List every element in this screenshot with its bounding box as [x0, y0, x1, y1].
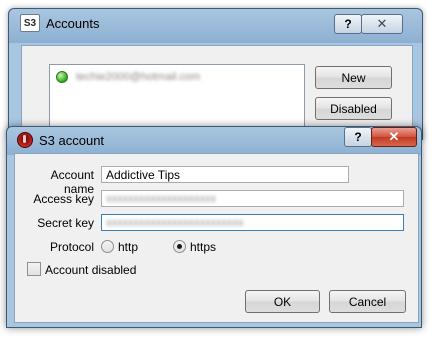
s3-dialog-title: S3 account [39, 132, 105, 148]
list-item[interactable]: techie2000@hotmail.com [56, 71, 200, 83]
access-key-label: Access key [33, 192, 94, 206]
ok-button[interactable]: OK [245, 290, 320, 313]
account-name-field[interactable]: Addictive Tips [101, 166, 349, 183]
s3-dialog-titlebar[interactable]: S3 account [17, 130, 104, 150]
https-radio-label[interactable]: https [190, 240, 216, 254]
accounts-window-titlebar[interactable]: S3 Accounts [20, 13, 99, 33]
access-key-field[interactable]: xxxxxxxxxxxxxxxxxxxx [101, 190, 404, 207]
app-icon [17, 132, 33, 148]
new-account-button[interactable]: New [315, 66, 392, 89]
s3-close-button[interactable]: ✕ [371, 127, 417, 147]
secret-key-field[interactable]: xxxxxxxxxxxxxxxxxxxxxxxxx [101, 214, 404, 231]
account-email: techie2000@hotmail.com [76, 71, 201, 83]
http-radio[interactable] [101, 240, 114, 253]
accounts-window-title: Accounts [46, 15, 100, 31]
s3-logo-icon: S3 [20, 14, 40, 32]
account-disabled-label[interactable]: Account disabled [45, 263, 136, 277]
s3-help-button[interactable]: ? [344, 127, 372, 147]
http-radio-label[interactable]: http [118, 240, 138, 254]
accounts-close-button[interactable]: ✕ [361, 14, 403, 34]
disabled-button[interactable]: Disabled [315, 97, 392, 120]
status-ok-icon [56, 71, 68, 83]
account-name-value: Addictive Tips [106, 167, 181, 182]
accounts-help-button[interactable]: ? [334, 14, 362, 34]
secret-key-label: Secret key [37, 216, 94, 230]
access-key-value: xxxxxxxxxxxxxxxxxxxx [106, 192, 216, 205]
protocol-label: Protocol [49, 240, 94, 254]
account-disabled-checkbox[interactable] [27, 262, 41, 276]
secret-key-value: xxxxxxxxxxxxxxxxxxxxxxxxx [106, 216, 244, 229]
https-radio[interactable] [173, 240, 186, 253]
cancel-button[interactable]: Cancel [329, 290, 406, 313]
